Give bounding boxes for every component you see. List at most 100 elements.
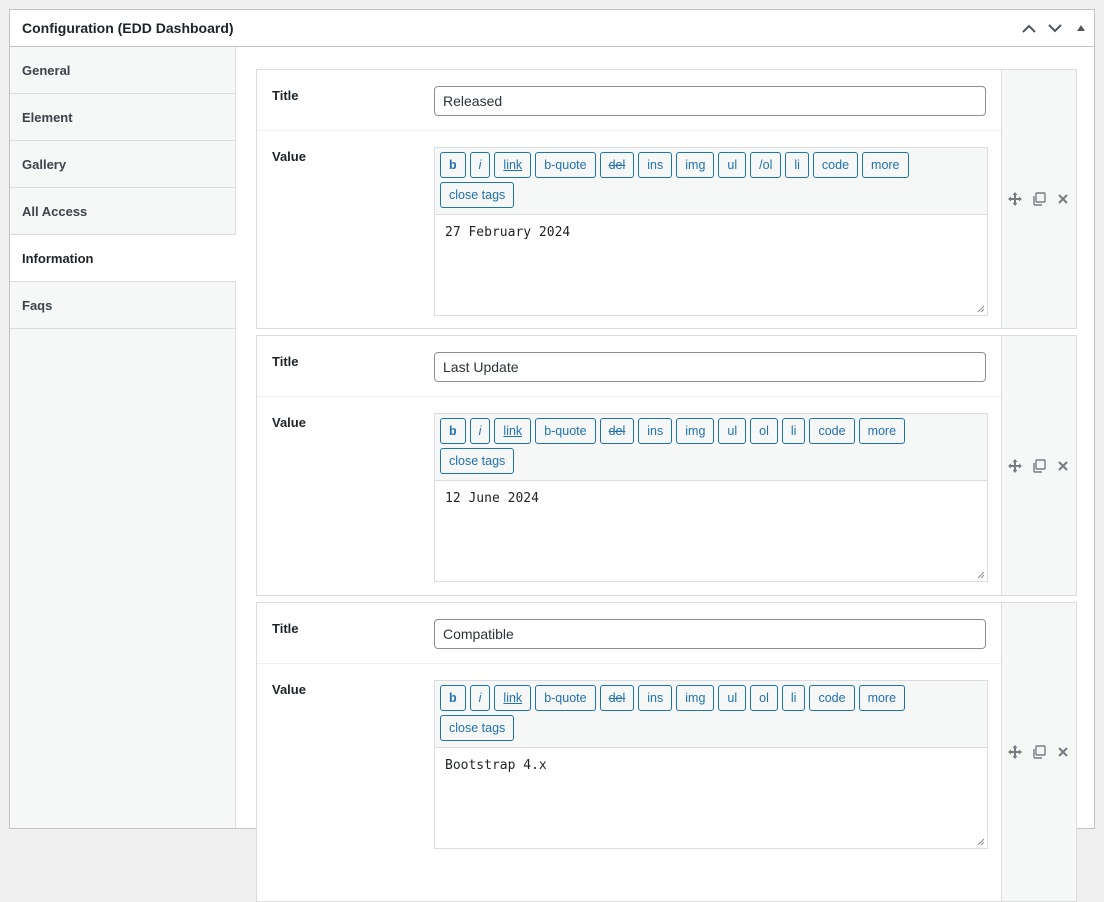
- qt-link-button[interactable]: link: [494, 152, 532, 178]
- close-icon[interactable]: [1055, 744, 1071, 760]
- qt-ins-button[interactable]: ins: [638, 418, 673, 444]
- value-field: Value b i link b-quote del ins img ul/ol li code m…: [257, 131, 1001, 328]
- move-icon[interactable]: [1007, 744, 1023, 760]
- tab-label: Element: [22, 109, 73, 125]
- chevron-up-icon[interactable]: [1016, 10, 1042, 46]
- value-label: Value: [272, 415, 306, 430]
- qt-del-button[interactable]: del: [599, 418, 635, 444]
- metabox: Configuration (EDD Dashboard) General El…: [9, 9, 1095, 902]
- repeater-row: Title Value bilinkb-quotedelinsimgulolli…: [256, 602, 1077, 902]
- duplicate-icon[interactable]: [1031, 458, 1047, 474]
- value-field: Value b i link b-quote del ins img ul ol li code mo…: [257, 397, 1001, 595]
- title-input[interactable]: [434, 86, 986, 116]
- qt-close-tags-button[interactable]: close tags: [440, 715, 515, 741]
- metabox-controls: [1016, 10, 1094, 46]
- chevron-down-icon[interactable]: [1042, 10, 1068, 46]
- qt-ul-button[interactable]: ul: [718, 685, 747, 711]
- tab-label: All Access: [22, 203, 88, 219]
- tab-all-access[interactable]: All Access: [10, 188, 235, 235]
- close-icon[interactable]: [1055, 458, 1071, 474]
- duplicate-icon[interactable]: [1031, 744, 1047, 760]
- value-label: Value: [272, 682, 306, 697]
- duplicate-icon[interactable]: [1031, 191, 1047, 207]
- qt-b-button[interactable]: b: [440, 685, 466, 711]
- qt-img-button[interactable]: img: [676, 685, 715, 711]
- row-fields: Title Value bilinkb-quotedelinsimgul/oll…: [257, 70, 1001, 328]
- value-field: Value b i link b-quote del ins img ul ol li code mo…: [257, 664, 1001, 901]
- value-label: Value: [272, 149, 306, 164]
- move-icon[interactable]: [1007, 458, 1023, 474]
- qt-img-button[interactable]: img: [676, 152, 715, 178]
- title-input[interactable]: [434, 619, 986, 649]
- qt-ul-button[interactable]: ul: [718, 418, 747, 444]
- tab-information[interactable]: Information: [10, 235, 236, 282]
- qt-del-button[interactable]: del: [599, 152, 635, 178]
- qt-ol-button[interactable]: /ol: [750, 152, 782, 178]
- qt-i-button[interactable]: i: [469, 685, 491, 711]
- resize-grip-icon[interactable]: [977, 305, 985, 313]
- title-label: Title: [272, 621, 299, 636]
- qt-b-button[interactable]: b: [440, 418, 466, 444]
- row-fields: Title Value bilinkb-quotedelinsimgulolli…: [257, 603, 1001, 901]
- value-textarea[interactable]: 12 June 2024: [435, 481, 987, 581]
- title-input[interactable]: [434, 352, 986, 382]
- text-editor: b i link b-quote del ins img ul/ol li code more clo…: [434, 147, 988, 316]
- triangle-up-icon[interactable]: [1068, 10, 1094, 46]
- qt-del-button[interactable]: del: [599, 685, 635, 711]
- qt-close-tags-button[interactable]: close tags: [440, 182, 515, 208]
- value-textarea[interactable]: Bootstrap 4.x: [435, 748, 987, 848]
- qt-li-button[interactable]: li: [781, 418, 806, 444]
- title-label: Title: [272, 88, 299, 103]
- repeater-row: Title Value bilinkb-quotedelinsimgul/oll…: [256, 69, 1077, 329]
- qt-li-button[interactable]: li: [785, 152, 809, 178]
- qt-ins-button[interactable]: ins: [638, 152, 673, 178]
- resize-grip-icon[interactable]: [977, 838, 985, 846]
- qt-code-button[interactable]: code: [809, 685, 855, 711]
- tab-label: Faqs: [22, 297, 53, 313]
- row-actions: [1001, 70, 1076, 328]
- text-editor: b i link b-quote del ins img ul ol li code more clos…: [434, 413, 988, 582]
- qt-i-button[interactable]: i: [469, 418, 491, 444]
- qt-b-quote-button[interactable]: b-quote: [535, 152, 596, 178]
- row-fields: Title Value bilinkb-quotedelinsimgulolli…: [257, 336, 1001, 595]
- resize-grip-icon[interactable]: [977, 571, 985, 579]
- title-field: Title: [257, 336, 1001, 397]
- row-actions: [1001, 603, 1076, 901]
- qt-code-button[interactable]: code: [812, 152, 859, 178]
- qt-b-button[interactable]: b: [440, 152, 466, 178]
- qt-more-button[interactable]: more: [858, 685, 906, 711]
- tab-faqs[interactable]: Faqs: [10, 282, 235, 329]
- tab-label: Information: [22, 250, 94, 266]
- quicktags-toolbar: b i link b-quote del ins img ul ol li code more clos…: [435, 414, 987, 481]
- close-icon[interactable]: [1055, 191, 1071, 207]
- value-textarea[interactable]: 27 February 2024: [435, 215, 987, 315]
- row-actions: [1001, 336, 1076, 595]
- metabox-inside: General Element Gallery All Access Infor…: [10, 47, 1094, 902]
- qt-img-button[interactable]: img: [676, 418, 715, 444]
- qt-i-button[interactable]: i: [469, 152, 491, 178]
- qt-li-button[interactable]: li: [781, 685, 806, 711]
- qt-link-button[interactable]: link: [494, 418, 532, 444]
- qt-ol-button[interactable]: ol: [750, 685, 778, 711]
- qt-ins-button[interactable]: ins: [638, 685, 673, 711]
- qt-b-quote-button[interactable]: b-quote: [535, 685, 596, 711]
- qt-link-button[interactable]: link: [494, 685, 532, 711]
- qt-more-button[interactable]: more: [858, 418, 906, 444]
- qt-ol-button[interactable]: ol: [750, 418, 778, 444]
- qt-code-button[interactable]: code: [809, 418, 855, 444]
- qt-close-tags-button[interactable]: close tags: [440, 448, 515, 474]
- tab-label: Gallery: [22, 156, 67, 172]
- qt-more-button[interactable]: more: [862, 152, 909, 178]
- tab-general[interactable]: General: [10, 47, 235, 94]
- tab-gallery[interactable]: Gallery: [10, 141, 235, 188]
- qt-ul-button[interactable]: ul: [718, 152, 747, 178]
- metabox-header: Configuration (EDD Dashboard): [10, 10, 1094, 47]
- quicktags-toolbar: b i link b-quote del ins img ul/ol li code more clo…: [435, 148, 987, 215]
- tab-label: General: [22, 62, 71, 78]
- title-field: Title: [257, 70, 1001, 131]
- qt-b-quote-button[interactable]: b-quote: [535, 418, 596, 444]
- move-icon[interactable]: [1007, 191, 1023, 207]
- tab-element[interactable]: Element: [10, 94, 235, 141]
- quicktags-toolbar: b i link b-quote del ins img ul ol li code more clos…: [435, 681, 987, 748]
- text-editor: b i link b-quote del ins img ul ol li code more clos…: [434, 680, 988, 849]
